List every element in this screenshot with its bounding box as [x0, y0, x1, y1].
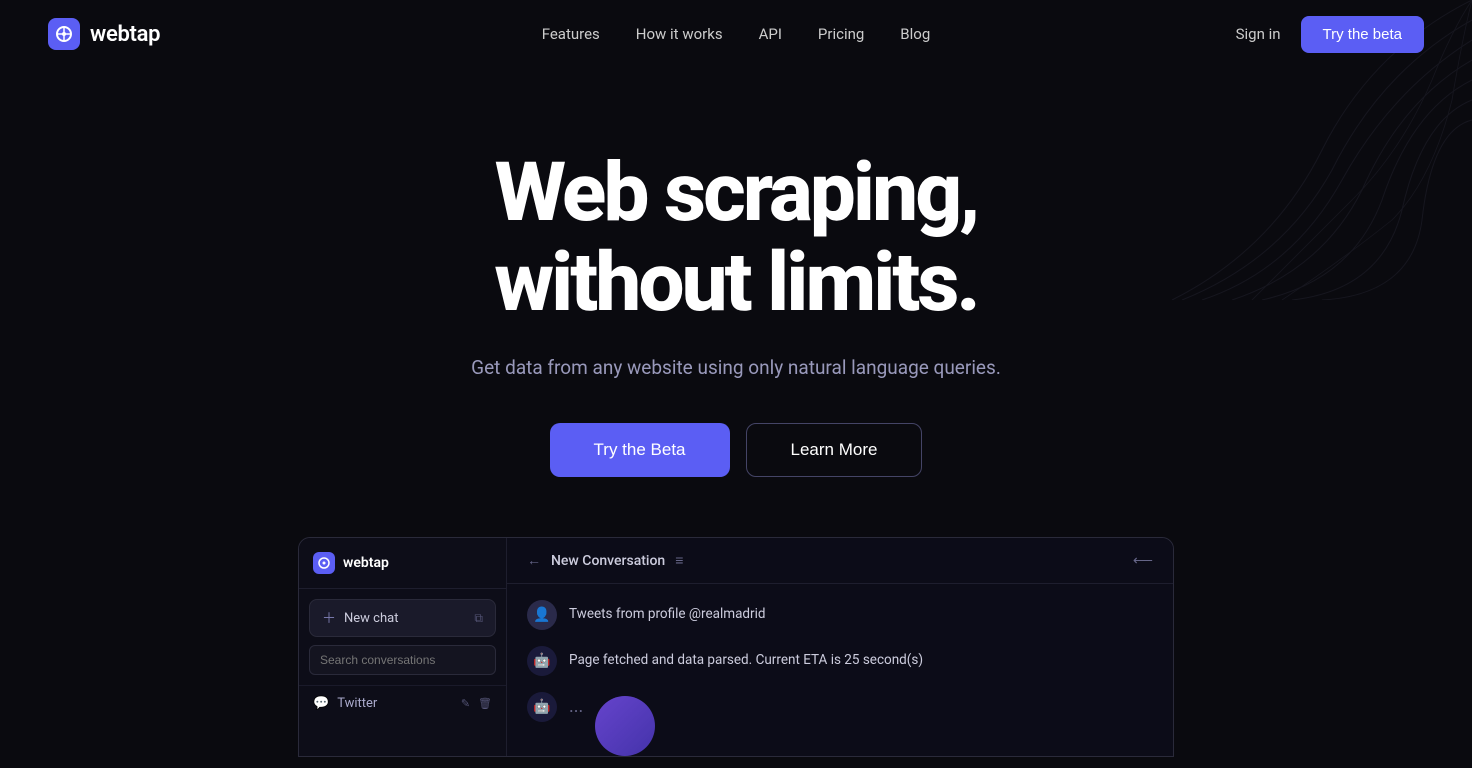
bot-avatar-2: 🤖 — [527, 692, 557, 722]
sidebar-item-twitter[interactable]: 💬 Twitter ✎ 🗑 — [299, 685, 506, 721]
nav-blog[interactable]: Blog — [900, 25, 930, 43]
chat-messages: 👤 Tweets from profile @realmadrid 🤖 Page… — [507, 584, 1173, 757]
delete-icon[interactable]: 🗑 — [478, 697, 492, 710]
try-beta-cta-button[interactable]: Try the Beta — [550, 423, 730, 477]
hero-title-line1: Web scraping, — [495, 145, 978, 241]
nav-actions: Sign in Try the beta — [1236, 16, 1424, 53]
chat-header: ← New Conversation ≡ ⟵ — [507, 538, 1173, 584]
loading-dots: ... — [569, 692, 583, 717]
sidebar-logo-icon — [313, 552, 335, 574]
bot-avatar-1: 🤖 — [527, 646, 557, 676]
sidebar-twitter-label: Twitter — [337, 696, 453, 711]
back-arrow-icon[interactable]: ← — [527, 552, 541, 569]
logo[interactable]: webtap — [48, 18, 160, 50]
user-avatar: 👤 — [527, 600, 557, 630]
plus-icon: ＋ — [322, 608, 336, 628]
profile-avatar — [595, 696, 655, 756]
nav-pricing[interactable]: Pricing — [818, 25, 864, 43]
logo-text: webtap — [90, 22, 160, 47]
collapse-icon[interactable]: ⟵ — [1133, 553, 1153, 569]
new-chat-label: New chat — [344, 611, 398, 626]
hero-buttons: Try the Beta Learn More — [48, 423, 1424, 477]
learn-more-button[interactable]: Learn More — [746, 423, 923, 477]
user-message-text: Tweets from profile @realmadrid — [569, 600, 766, 624]
demo-panel: webtap ＋ New chat ⧉ 💬 Twitter ✎ 🗑 — [298, 537, 1174, 757]
hero-section: Web scraping, without limits. Get data f… — [0, 68, 1472, 537]
sidebar-item-actions: ✎ 🗑 — [461, 697, 492, 710]
menu-icon[interactable]: ≡ — [675, 552, 683, 569]
user-message: 👤 Tweets from profile @realmadrid — [527, 600, 1153, 630]
user-icon: 👤 — [533, 607, 550, 623]
search-conversations — [309, 645, 496, 675]
nav-api[interactable]: API — [759, 25, 782, 43]
bot-icon-2: 🤖 — [533, 699, 550, 715]
hero-title: Web scraping, without limits. — [286, 148, 1186, 328]
copy-icon: ⧉ — [474, 611, 483, 626]
hero-subtitle: Get data from any website using only nat… — [48, 356, 1424, 379]
nav-try-beta-button[interactable]: Try the beta — [1301, 16, 1424, 53]
nav-features[interactable]: Features — [542, 25, 600, 43]
demo-chat: ← New Conversation ≡ ⟵ 👤 Tweets from pro… — [507, 538, 1173, 756]
bot-message-2: 🤖 ... — [527, 692, 1153, 756]
navbar: webtap Features How it works API Pricing… — [0, 0, 1472, 68]
sign-in-link[interactable]: Sign in — [1236, 25, 1281, 43]
chat-header-left: ← New Conversation ≡ — [527, 552, 683, 569]
chat-header-title: New Conversation — [551, 553, 665, 569]
sidebar-logo-text: webtap — [343, 555, 389, 571]
chat-icon: 💬 — [313, 696, 329, 711]
bot-message-1: 🤖 Page fetched and data parsed. Current … — [527, 646, 1153, 676]
search-input[interactable] — [309, 645, 496, 675]
new-chat-button[interactable]: ＋ New chat ⧉ — [309, 599, 496, 637]
edit-icon[interactable]: ✎ — [461, 697, 470, 710]
demo-sidebar-header: webtap — [299, 538, 506, 589]
hero-title-line2: without limits. — [494, 235, 977, 331]
logo-icon — [48, 18, 80, 50]
nav-links: Features How it works API Pricing Blog — [542, 25, 931, 43]
nav-how-it-works[interactable]: How it works — [636, 25, 723, 43]
bot-message-1-text: Page fetched and data parsed. Current ET… — [569, 646, 923, 670]
demo-sidebar: webtap ＋ New chat ⧉ 💬 Twitter ✎ 🗑 — [299, 538, 507, 756]
demo-container: webtap ＋ New chat ⧉ 💬 Twitter ✎ 🗑 — [0, 537, 1472, 757]
bot-icon-1: 🤖 — [533, 653, 550, 669]
